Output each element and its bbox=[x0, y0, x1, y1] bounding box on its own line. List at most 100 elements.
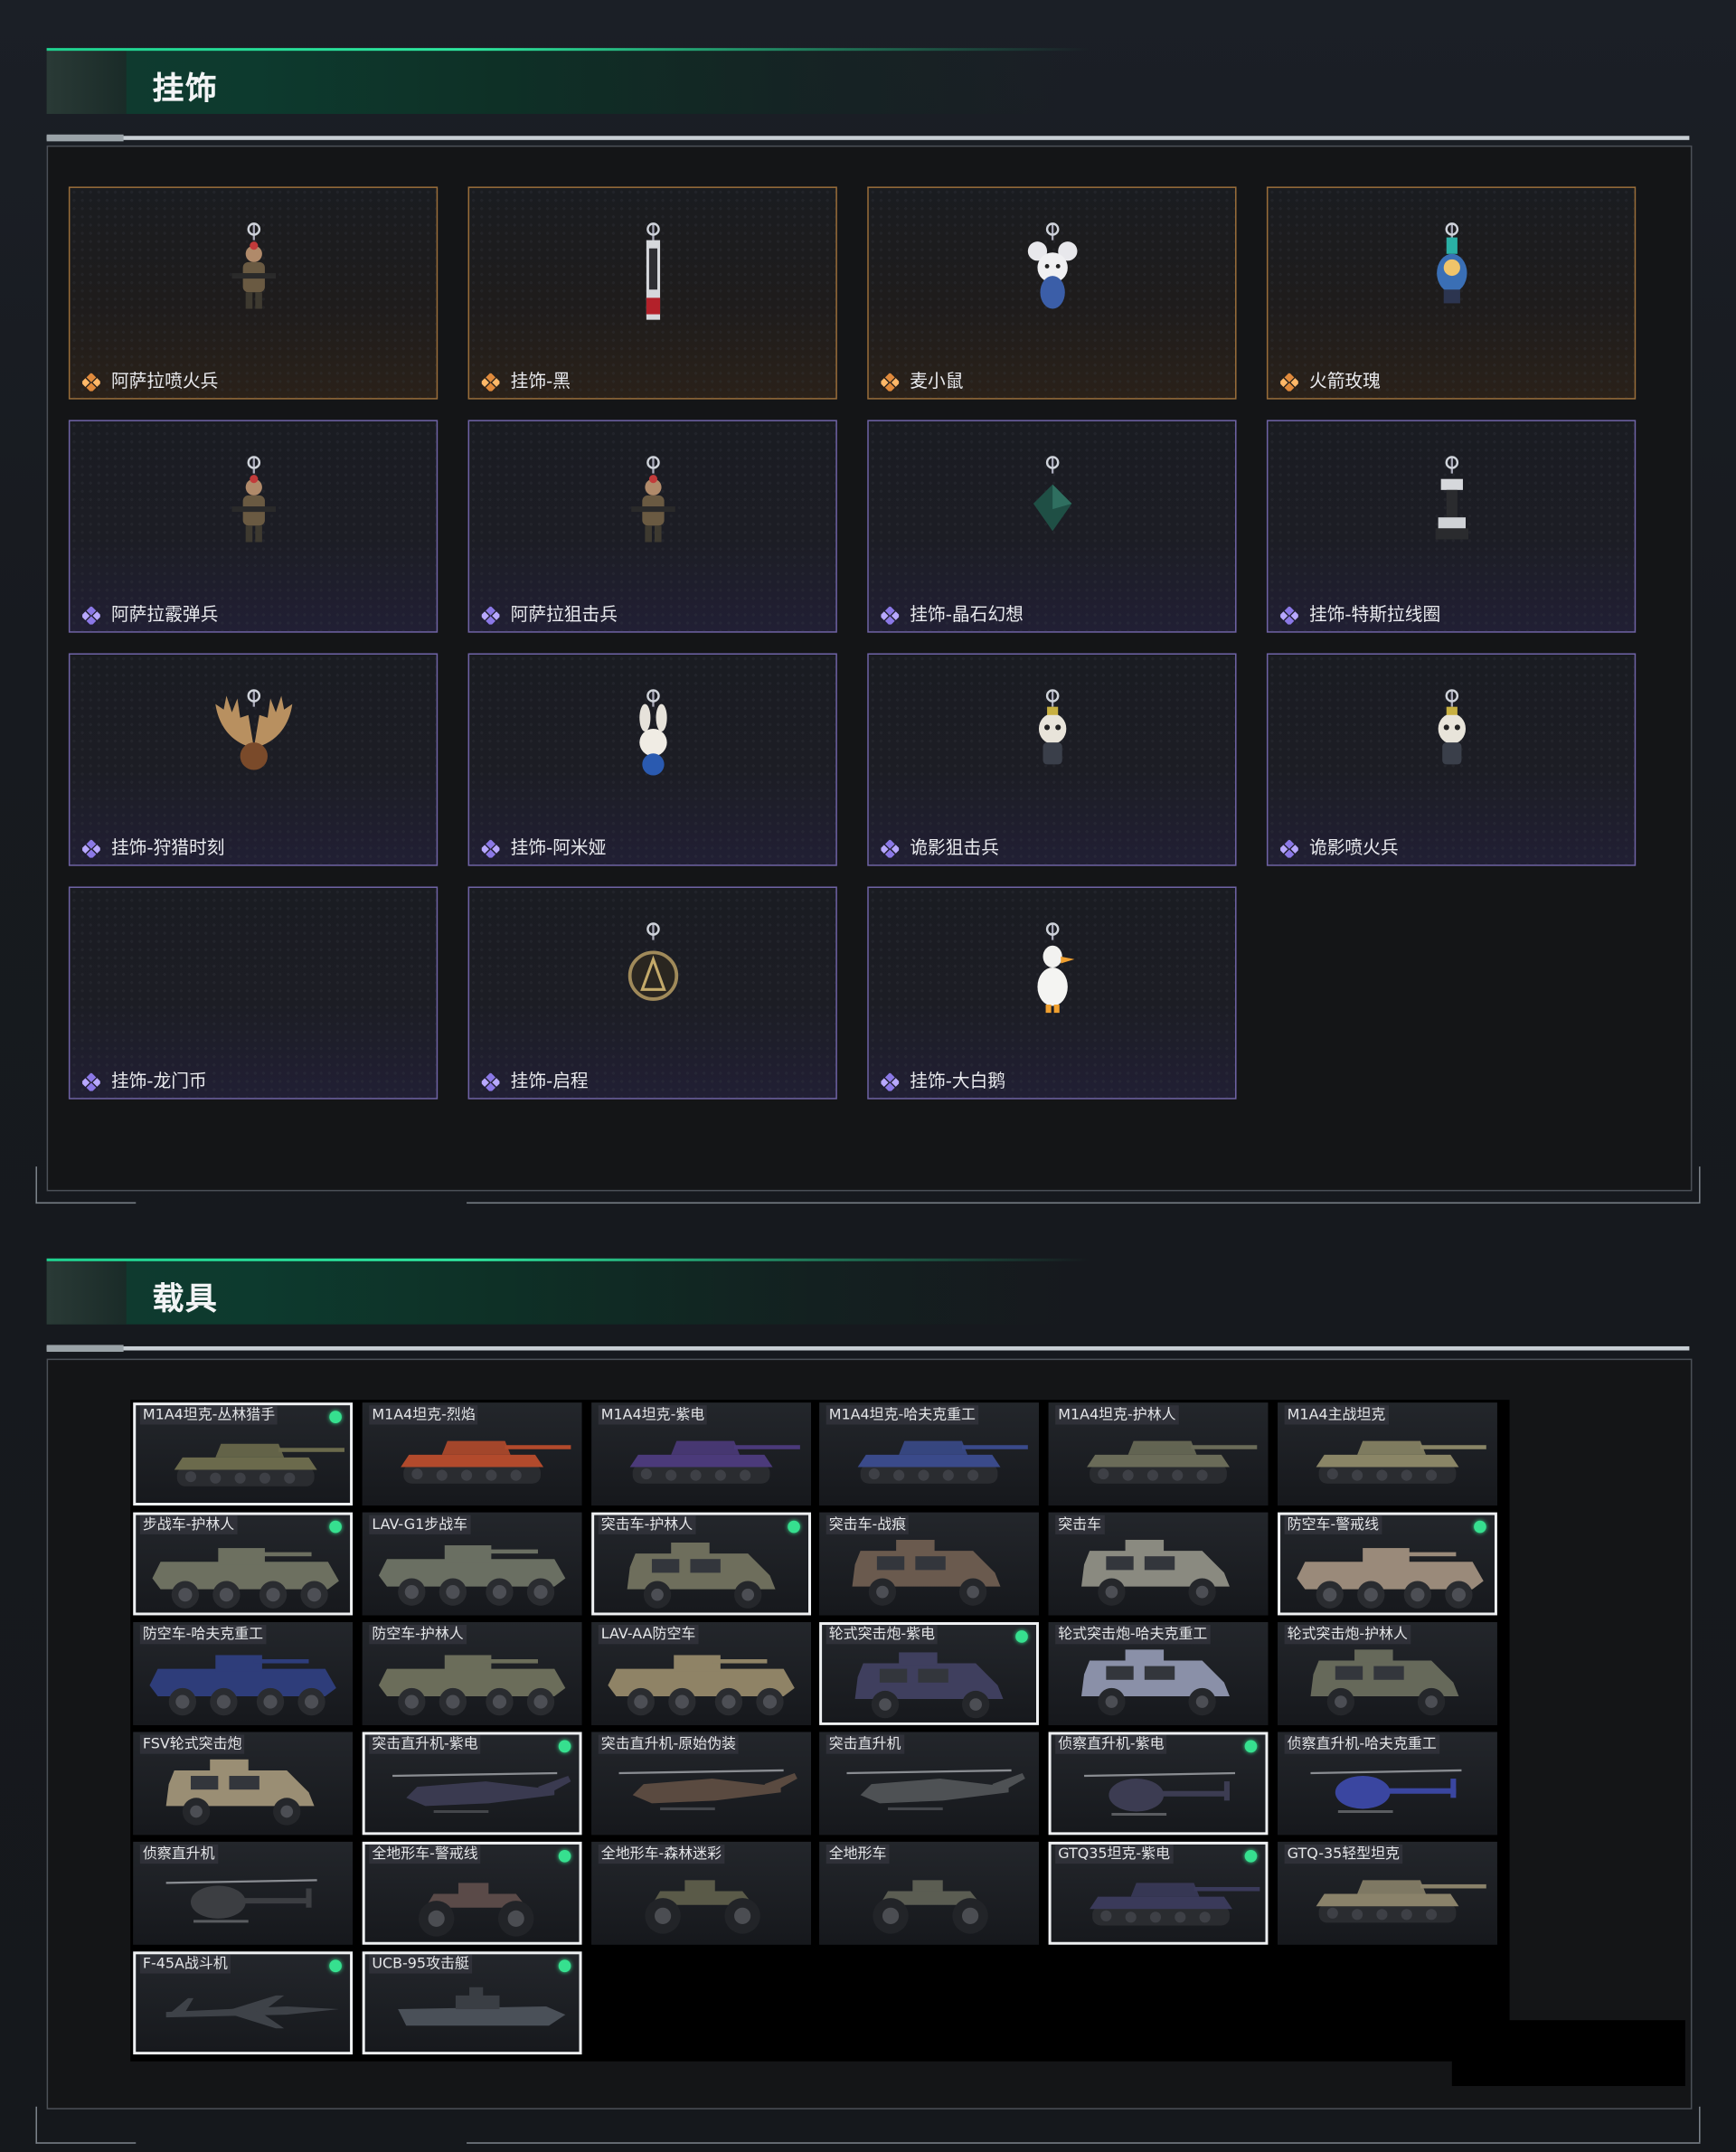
pendant-card[interactable]: 挂饰-黑 bbox=[467, 186, 837, 400]
vehicle-label: F-45A战斗机 bbox=[139, 1954, 231, 1974]
vehicle-tile[interactable]: GTQ35坦克-紫电 bbox=[1048, 1841, 1269, 1945]
vehicle-tile[interactable]: 突击车-战痕 bbox=[819, 1512, 1039, 1616]
pendant-card[interactable]: 火箭玫瑰 bbox=[1266, 186, 1637, 400]
vehicle-label: 轮式突击炮-护林人 bbox=[1284, 1625, 1410, 1645]
vehicle-tile[interactable]: 全地形车-警戒线 bbox=[362, 1841, 582, 1945]
vehicle-tile[interactable]: 突击车-护林人 bbox=[591, 1512, 812, 1616]
rarity-gem-icon bbox=[1278, 837, 1300, 860]
rarity-gem-icon bbox=[80, 1071, 102, 1093]
pendant-card[interactable]: 挂饰-特斯拉线圈 bbox=[1266, 420, 1637, 633]
pendant-card[interactable]: 阿萨拉喷火兵 bbox=[68, 186, 439, 400]
pendant-label: 挂饰-大白鹅 bbox=[910, 1071, 1006, 1093]
vehicle-label: 突击车-战痕 bbox=[826, 1515, 910, 1534]
rarity-gem-icon bbox=[480, 371, 501, 393]
pendant-label: 阿萨拉狙击兵 bbox=[510, 605, 618, 627]
pendant-card[interactable]: 挂饰-启程 bbox=[467, 886, 837, 1100]
vehicle-tile[interactable]: 侦察直升机 bbox=[133, 1841, 354, 1945]
vehicle-tile[interactable]: 防空车-护林人 bbox=[362, 1622, 582, 1725]
pendant-label: 挂饰-晶石幻想 bbox=[910, 605, 1024, 627]
vehicle-tile[interactable]: 全地形车-森林迷彩 bbox=[591, 1841, 812, 1945]
vehicle-label: 突击车-护林人 bbox=[598, 1515, 696, 1534]
vehicle-label: 全地形车-森林迷彩 bbox=[598, 1844, 725, 1864]
pendant-label: 麦小鼠 bbox=[910, 372, 964, 393]
vehicle-tile[interactable]: M1A4坦克-护林人 bbox=[1048, 1402, 1269, 1506]
vehicle-tile[interactable]: 轮式突击炮-哈夫克重工 bbox=[1048, 1622, 1269, 1725]
rarity-gem-icon bbox=[80, 371, 102, 393]
pendant-card[interactable]: 阿萨拉霰弹兵 bbox=[68, 420, 439, 633]
selected-indicator-icon bbox=[329, 1411, 342, 1423]
pendant-card[interactable]: 麦小鼠 bbox=[867, 186, 1237, 400]
selected-indicator-icon bbox=[558, 1740, 571, 1753]
pendant-card[interactable]: 诡影喷火兵 bbox=[1266, 653, 1637, 866]
antler-charm-icon bbox=[212, 687, 294, 802]
panel-corner bbox=[1699, 2106, 1701, 2143]
pendant-card[interactable]: 挂饰-晶石幻想 bbox=[867, 420, 1237, 633]
vehicle-tile[interactable]: M1A4坦克-紫电 bbox=[591, 1402, 812, 1506]
page: { "sections": { "pendants": { "title": "… bbox=[0, 0, 1736, 2152]
bunny-charm-icon bbox=[611, 687, 693, 802]
vehicle-label: GTQ-35轻型坦克 bbox=[1284, 1844, 1403, 1864]
vehicle-tile[interactable]: 突击直升机-紫电 bbox=[362, 1732, 582, 1836]
vehicle-tile[interactable]: LAV-AA防空车 bbox=[591, 1622, 812, 1725]
vehicle-label: M1A4坦克-护林人 bbox=[1055, 1405, 1179, 1425]
pendant-card[interactable]: 挂饰-大白鹅 bbox=[867, 886, 1237, 1100]
vehicle-tile[interactable]: 轮式突击炮-护林人 bbox=[1278, 1622, 1497, 1725]
rocket-charm-icon bbox=[1410, 221, 1493, 335]
pendant-card[interactable]: 挂饰-狩猎时刻 bbox=[68, 653, 439, 866]
vehicle-label: M1A4坦克-紫电 bbox=[598, 1405, 708, 1425]
pendant-card[interactable]: 诡影狙击兵 bbox=[867, 653, 1237, 866]
vehicle-tile[interactable]: M1A4坦克-丛林猎手 bbox=[133, 1402, 354, 1506]
vehicle-tile[interactable]: 全地形车 bbox=[819, 1841, 1039, 1945]
rarity-gem-icon bbox=[879, 371, 901, 393]
pendant-card[interactable]: 挂饰-阿米娅 bbox=[467, 653, 837, 866]
vehicle-tile[interactable]: M1A4坦克-烈焰 bbox=[362, 1402, 582, 1506]
vehicle-label: 突击车 bbox=[1055, 1515, 1105, 1534]
selected-indicator-icon bbox=[558, 1959, 571, 1973]
pendant-label: 挂饰-启程 bbox=[510, 1071, 589, 1093]
vehicle-tile[interactable]: LAV-G1步战车 bbox=[362, 1512, 582, 1616]
rarity-gem-icon bbox=[879, 837, 901, 860]
vehicle-tile[interactable]: 突击车 bbox=[1048, 1512, 1269, 1616]
rarity-gem-icon bbox=[480, 1071, 501, 1093]
vehicle-tile[interactable]: UCB-95攻击艇 bbox=[362, 1951, 582, 2055]
vehicle-tile[interactable]: 防空车-哈夫克重工 bbox=[133, 1622, 354, 1725]
ghost-charm-icon bbox=[1011, 687, 1093, 802]
panel-bottom-line bbox=[467, 2142, 1701, 2144]
vehicle-tile[interactable]: M1A4坦克-哈夫克重工 bbox=[819, 1402, 1039, 1506]
vehicle-label: 侦察直升机 bbox=[139, 1844, 218, 1864]
vehicle-tile[interactable]: 防空车-警戒线 bbox=[1278, 1512, 1497, 1616]
panel-corner bbox=[35, 2106, 137, 2144]
vehicle-tile[interactable]: GTQ-35轻型坦克 bbox=[1278, 1841, 1497, 1945]
vehicle-tile[interactable]: 突击直升机-原始伪装 bbox=[591, 1732, 812, 1836]
tag-charm-icon bbox=[611, 221, 693, 335]
vehicle-label: LAV-AA防空车 bbox=[598, 1625, 699, 1645]
section-header-pendants: 挂饰 bbox=[46, 48, 1690, 142]
vehicle-tile[interactable]: 侦察直升机-紫电 bbox=[1048, 1732, 1269, 1836]
vehicle-label: M1A4坦克-烈焰 bbox=[369, 1405, 478, 1425]
rarity-gem-icon bbox=[80, 604, 102, 627]
vehicle-tile[interactable]: 侦察直升机-哈夫克重工 bbox=[1278, 1732, 1497, 1836]
vehicle-tile[interactable]: 步战车-护林人 bbox=[133, 1512, 354, 1616]
vehicle-label: M1A4坦克-哈夫克重工 bbox=[826, 1405, 979, 1425]
coin-charm-icon bbox=[611, 920, 693, 1035]
pendant-label: 挂饰-黑 bbox=[510, 372, 571, 393]
vehicle-label: 全地形车 bbox=[826, 1844, 890, 1864]
vehicle-tile[interactable]: FSV轮式突击炮 bbox=[133, 1732, 354, 1836]
vehicle-tile[interactable]: 轮式突击炮-紫电 bbox=[819, 1622, 1039, 1725]
vehicle-label: 侦察直升机-紫电 bbox=[1055, 1734, 1167, 1754]
pendant-label: 挂饰-特斯拉线圈 bbox=[1308, 605, 1441, 627]
rarity-gem-icon bbox=[1278, 604, 1300, 627]
vehicle-tile[interactable]: 突击直升机 bbox=[819, 1732, 1039, 1836]
soldier-charm-icon bbox=[212, 221, 294, 335]
crystal-charm-icon bbox=[1011, 454, 1093, 569]
rarity-gem-icon bbox=[80, 837, 102, 860]
pendant-card[interactable]: 阿萨拉狙击兵 bbox=[467, 420, 837, 633]
section-header-vehicles: 载具 bbox=[46, 1258, 1690, 1353]
vehicle-tile[interactable]: F-45A战斗机 bbox=[133, 1951, 354, 2055]
selected-indicator-icon bbox=[329, 1520, 342, 1534]
vehicle-label: GTQ35坦克-紫电 bbox=[1055, 1844, 1174, 1864]
vehicle-tile[interactable]: M1A4主战坦克 bbox=[1278, 1402, 1497, 1506]
rarity-gem-icon bbox=[879, 1071, 901, 1093]
pendant-card[interactable]: 挂饰-龙门币 bbox=[68, 886, 439, 1100]
vehicle-label: 防空车-哈夫克重工 bbox=[139, 1625, 267, 1645]
